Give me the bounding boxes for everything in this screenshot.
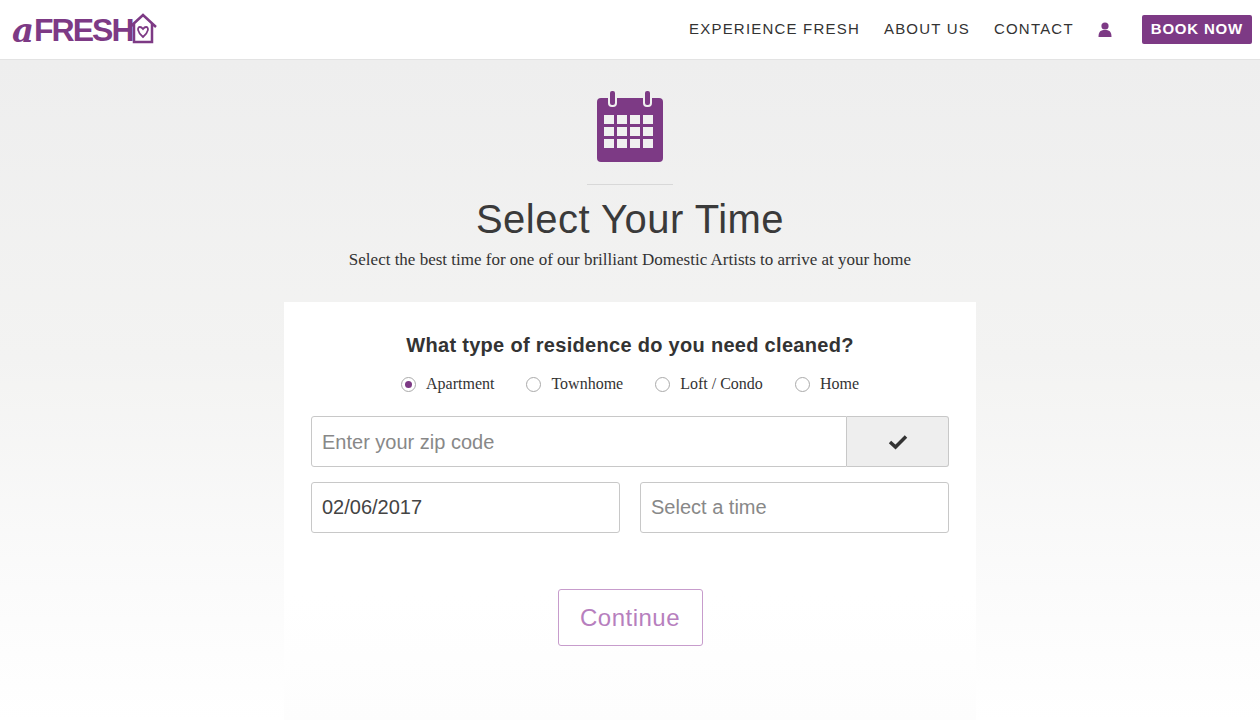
zip-check-button[interactable] <box>847 416 949 467</box>
residence-option[interactable]: Loft / Condo <box>655 372 763 396</box>
page-title: Select Your Time <box>476 195 784 243</box>
logo-prefix: a <box>12 13 34 47</box>
radio-label: Townhome <box>551 372 623 396</box>
checkmark-icon <box>888 434 908 450</box>
calendar-icon <box>595 90 665 164</box>
radio-button[interactable] <box>795 377 810 392</box>
radio-button[interactable] <box>401 377 416 392</box>
radio-label: Loft / Condo <box>680 372 763 396</box>
radio-button[interactable] <box>526 377 541 392</box>
zip-input[interactable] <box>311 416 847 467</box>
logo[interactable]: a FRESH <box>12 13 158 47</box>
user-icon[interactable] <box>1098 22 1112 37</box>
booking-card: What type of residence do you need clean… <box>284 302 976 720</box>
divider <box>587 184 673 185</box>
house-heart-icon <box>128 12 158 44</box>
time-input[interactable] <box>640 482 949 533</box>
zip-group <box>311 416 949 467</box>
radio-button[interactable] <box>655 377 670 392</box>
continue-button[interactable]: Continue <box>558 589 703 646</box>
page-subtitle: Select the best time for one of our bril… <box>349 249 911 271</box>
nav-link[interactable]: CONTACT <box>994 18 1074 41</box>
nav-link[interactable]: EXPERIENCE FRESH <box>689 18 860 41</box>
book-now-button[interactable]: BOOK NOW <box>1142 15 1252 44</box>
residence-question: What type of residence do you need clean… <box>311 332 949 358</box>
residence-option[interactable]: Townhome <box>526 372 623 396</box>
radio-label: Apartment <box>426 372 494 396</box>
nav-link[interactable]: ABOUT US <box>884 18 970 41</box>
continue-row: Continue <box>311 589 949 646</box>
residence-options: Apartment Townhome Loft / Condo Home <box>311 372 949 396</box>
booking-section: Select Your Time Select the best time fo… <box>0 60 1260 720</box>
top-bar: a FRESH EXPERIENCE FRESH ABOUT US CONTACT B… <box>0 0 1260 60</box>
residence-option[interactable]: Home <box>795 372 859 396</box>
continue-label: Continue <box>580 604 680 631</box>
date-time-row <box>311 482 949 533</box>
radio-dot <box>405 381 412 388</box>
radio-label: Home <box>820 372 859 396</box>
main-nav: EXPERIENCE FRESH ABOUT US CONTACT BOOK NOW <box>689 15 1252 44</box>
date-input[interactable] <box>311 482 620 533</box>
logo-name: FRESH <box>34 14 132 46</box>
residence-option[interactable]: Apartment <box>401 372 494 396</box>
